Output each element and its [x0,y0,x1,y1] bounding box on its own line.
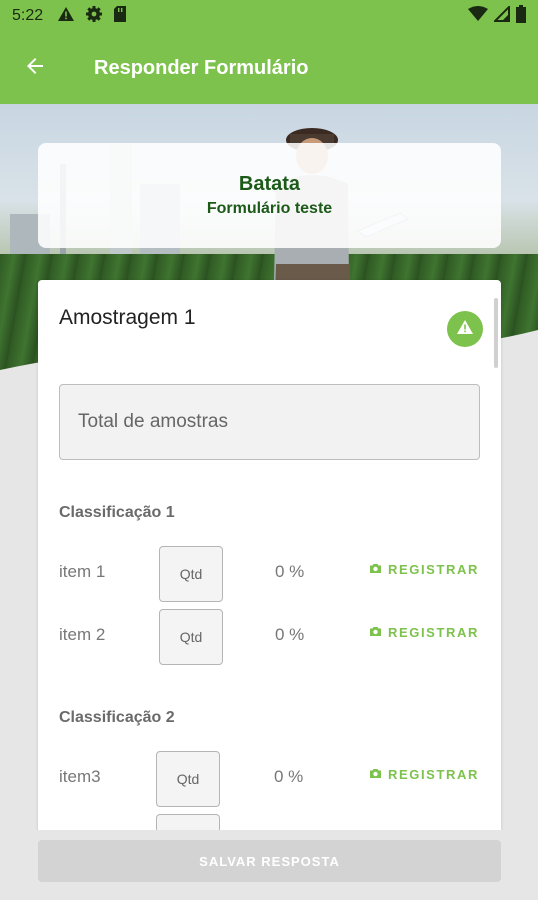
list-item: item 1 Qtd 0 % REGISTRAR [59,546,480,602]
scrollbar[interactable] [494,298,498,368]
classification-title: Classificação 1 [59,504,175,521]
back-button[interactable] [0,32,70,104]
status-time: 5:22 [12,7,44,24]
total-samples-input[interactable]: Total de amostras [59,384,480,460]
qtd-placeholder: Qtd [176,771,200,787]
camera-icon [369,767,382,782]
item-percent: 0 % [274,767,304,786]
wifi-icon [468,5,488,27]
item-label: item 2 [59,625,106,644]
register-button[interactable]: REGISTRAR [369,562,479,577]
status-bar: 5:22 [0,0,538,32]
list-item: item3 Qtd 0 % REGISTRAR [59,751,480,807]
register-label: REGISTRAR [388,562,479,577]
total-samples-placeholder: Total de amostras [78,411,228,432]
qtd-placeholder: Qtd [179,629,203,645]
sd-card-icon [113,5,127,28]
alert-button[interactable] [447,311,483,347]
back-arrow-icon [23,54,47,83]
save-response-button[interactable]: SALVAR RESPOSTA [38,840,501,882]
list-item: item 2 Qtd 0 % REGISTRAR [59,609,480,665]
section-title: Amostragem 1 [59,306,196,329]
camera-icon [369,625,382,640]
signal-icon [492,4,510,27]
crop-title: Batata [238,173,301,195]
gear-icon [85,5,103,28]
qtd-input[interactable]: Qtd [159,609,223,665]
qtd-input[interactable]: Qtd [159,546,223,602]
item-percent: 0 % [275,562,305,581]
register-label: REGISTRAR [388,625,479,640]
form-header-card: Batata Formulário teste [38,143,501,248]
register-button[interactable]: REGISTRAR [369,767,479,782]
page-title: Responder Formulário [94,56,309,79]
item-percent: 0 % [275,625,305,644]
item-label: item3 [59,767,101,786]
app-bar: Responder Formulário [0,32,538,104]
form-subtitle: Formulário teste [206,200,333,217]
register-label: REGISTRAR [388,767,479,782]
classification-title: Classificação 2 [59,709,175,726]
register-button[interactable]: REGISTRAR [369,625,479,640]
form-card[interactable]: Amostragem 1 Total de amostras Classific… [38,280,501,840]
alert-icon [456,319,474,340]
warning-icon [57,6,75,27]
battery-icon [516,4,526,28]
item-label: item 1 [59,562,106,581]
qtd-placeholder: Qtd [179,566,203,582]
save-response-label: SALVAR RESPOSTA [199,853,340,869]
camera-icon [369,562,382,577]
screen: 5:22 Responder Formulário Batata Formulá… [0,0,538,900]
qtd-input[interactable]: Qtd [156,751,220,807]
